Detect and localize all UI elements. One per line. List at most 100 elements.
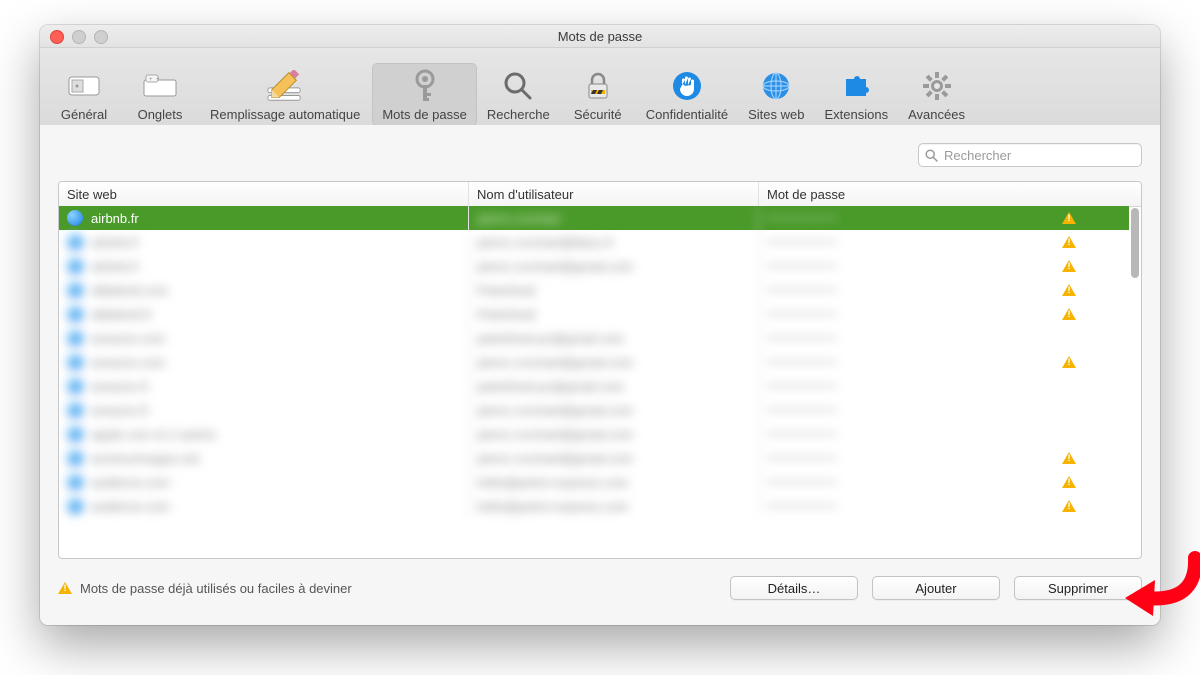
cell-text: airbnb.fr	[91, 259, 139, 274]
table-row[interactable]: amazon.frpeterlined.pc@gmail.com••••••••	[59, 374, 1129, 398]
cell-password: ••••••••	[759, 278, 1049, 302]
tabs-icon: ++	[141, 67, 179, 105]
warning-icon	[1062, 260, 1076, 272]
table-row[interactable]: amazon.frpierre.crochart@gmail.com••••••…	[59, 398, 1129, 422]
tab-websites[interactable]: Sites web	[738, 63, 814, 126]
tab-label: Extensions	[825, 107, 889, 122]
button-label: Détails…	[768, 581, 821, 596]
warning-icon	[1062, 476, 1076, 488]
close-button[interactable]	[50, 30, 64, 44]
footer-warning: Mots de passe déjà utilisés ou faciles à…	[58, 581, 352, 596]
favicon-icon	[67, 450, 83, 466]
cell-site: audierne.com	[59, 494, 469, 518]
cell-site: arretsurimages.net	[59, 446, 469, 470]
cell-text: alldebrid.fr	[91, 307, 152, 322]
cell-warning	[1049, 278, 1089, 302]
table-body[interactable]: airbnb.frpierre.crochart••••••••airbnb.f…	[59, 206, 1129, 558]
cell-site: amazon.fr	[59, 398, 469, 422]
cell-user: pierre.crochart@gmail.com	[469, 398, 759, 422]
table-row[interactable]: alldebrid.frPeterlined••••••••	[59, 302, 1129, 326]
footer: Mots de passe déjà utilisés ou faciles à…	[58, 559, 1142, 607]
tab-advanced[interactable]: Avancées	[898, 63, 975, 126]
tab-search[interactable]: Recherche	[477, 63, 560, 126]
remove-button[interactable]: Supprimer	[1014, 576, 1142, 600]
cell-user: peterlined.pc@gmail.com	[469, 326, 759, 350]
column-user[interactable]: Nom d'utilisateur	[469, 182, 759, 206]
pencil-form-icon	[266, 67, 304, 105]
favicon-icon	[67, 354, 83, 370]
tab-label: Remplissage automatique	[210, 107, 360, 122]
tab-label: Mots de passe	[382, 107, 467, 122]
cell-password: ••••••••	[759, 230, 1049, 254]
gear-icon	[918, 67, 956, 105]
svg-text:+: +	[149, 77, 153, 83]
cell-site: audierne.com	[59, 470, 469, 494]
cell-user: peterlined.pc@gmail.com	[469, 374, 759, 398]
tab-tabs[interactable]: ++ Onglets	[122, 63, 198, 126]
favicon-icon	[67, 210, 83, 226]
warning-icon	[1062, 356, 1076, 368]
cell-text: audierne.com	[91, 499, 170, 514]
passwords-table: Site web Nom d'utilisateur Mot de passe …	[58, 181, 1142, 559]
cell-password: ••••••••	[759, 446, 1049, 470]
search-icon	[925, 149, 938, 162]
cell-text: amazon.com	[91, 331, 165, 346]
details-button[interactable]: Détails…	[730, 576, 858, 600]
table-row[interactable]: apple.com et 2 autrespierre.crochart@gma…	[59, 422, 1129, 446]
column-label: Nom d'utilisateur	[477, 187, 573, 202]
window-title: Mots de passe	[558, 29, 643, 44]
tab-privacy[interactable]: Confidentialité	[636, 63, 738, 126]
table-row[interactable]: alldebrid.comPeterlined••••••••	[59, 278, 1129, 302]
cell-text: audierne.com	[91, 475, 170, 490]
warning-icon	[1062, 236, 1076, 248]
cell-password: ••••••••	[759, 350, 1049, 374]
cell-user: pierre.crochart@bbox.fr	[469, 230, 759, 254]
tab-security[interactable]: Sécurité	[560, 63, 636, 126]
table-row[interactable]: amazon.competerlined.pc@gmail.com•••••••…	[59, 326, 1129, 350]
cell-site: alldebrid.com	[59, 278, 469, 302]
column-label: Mot de passe	[767, 187, 845, 202]
padlock-icon	[579, 67, 617, 105]
column-site[interactable]: Site web	[59, 182, 469, 206]
globe-icon	[757, 67, 795, 105]
table-row[interactable]: audierne.comhello@petrin-express.com••••…	[59, 494, 1129, 518]
cell-warning	[1049, 206, 1089, 230]
add-button[interactable]: Ajouter	[872, 576, 1000, 600]
column-pass[interactable]: Mot de passe	[759, 182, 1049, 206]
tab-autofill[interactable]: Remplissage automatique	[198, 63, 372, 126]
table-row[interactable]: amazon.compierre.crochart@gmail.com•••••…	[59, 350, 1129, 374]
tab-label: Onglets	[138, 107, 183, 122]
warning-icon	[58, 582, 72, 594]
tab-passwords[interactable]: Mots de passe	[372, 63, 477, 126]
tab-general[interactable]: Général	[46, 63, 122, 126]
minimize-button[interactable]	[72, 30, 86, 44]
table-row[interactable]: airbnb.frpierre.crochart@bbox.fr••••••••	[59, 230, 1129, 254]
table-row[interactable]: audierne.comhello@petrin-express.com••••…	[59, 470, 1129, 494]
cell-password: ••••••••	[759, 494, 1049, 518]
table-row[interactable]: airbnb.frpierre.crochart••••••••	[59, 206, 1129, 230]
zoom-button[interactable]	[94, 30, 108, 44]
tab-label: Sites web	[748, 107, 804, 122]
cell-password: ••••••••	[759, 206, 1049, 230]
cell-user: pierre.crochart@gmail.com	[469, 422, 759, 446]
cell-warning	[1049, 494, 1089, 518]
cell-text: airbnb.fr	[91, 211, 139, 226]
table-row[interactable]: airbnb.frpierre.crochart@gmail.com••••••…	[59, 254, 1129, 278]
vertical-scrollbar[interactable]	[1131, 208, 1139, 278]
cell-password: ••••••••	[759, 374, 1049, 398]
preferences-window: Mots de passe Général ++ Onglets Remplis…	[40, 25, 1160, 625]
tab-label: Général	[61, 107, 107, 122]
tab-extensions[interactable]: Extensions	[815, 63, 899, 126]
cell-site: airbnb.fr	[59, 206, 469, 230]
footer-warning-text: Mots de passe déjà utilisés ou faciles à…	[80, 581, 352, 596]
search-input[interactable]: Rechercher	[918, 143, 1142, 167]
search-placeholder: Rechercher	[944, 148, 1011, 163]
table-row[interactable]: arretsurimages.netpierre.crochart@gmail.…	[59, 446, 1129, 470]
cell-user: pierre.crochart@gmail.com	[469, 254, 759, 278]
cell-warning	[1049, 374, 1089, 398]
tab-label: Recherche	[487, 107, 550, 122]
favicon-icon	[67, 426, 83, 442]
svg-text:+: +	[156, 77, 160, 83]
cell-site: apple.com et 2 autres	[59, 422, 469, 446]
favicon-icon	[67, 498, 83, 514]
